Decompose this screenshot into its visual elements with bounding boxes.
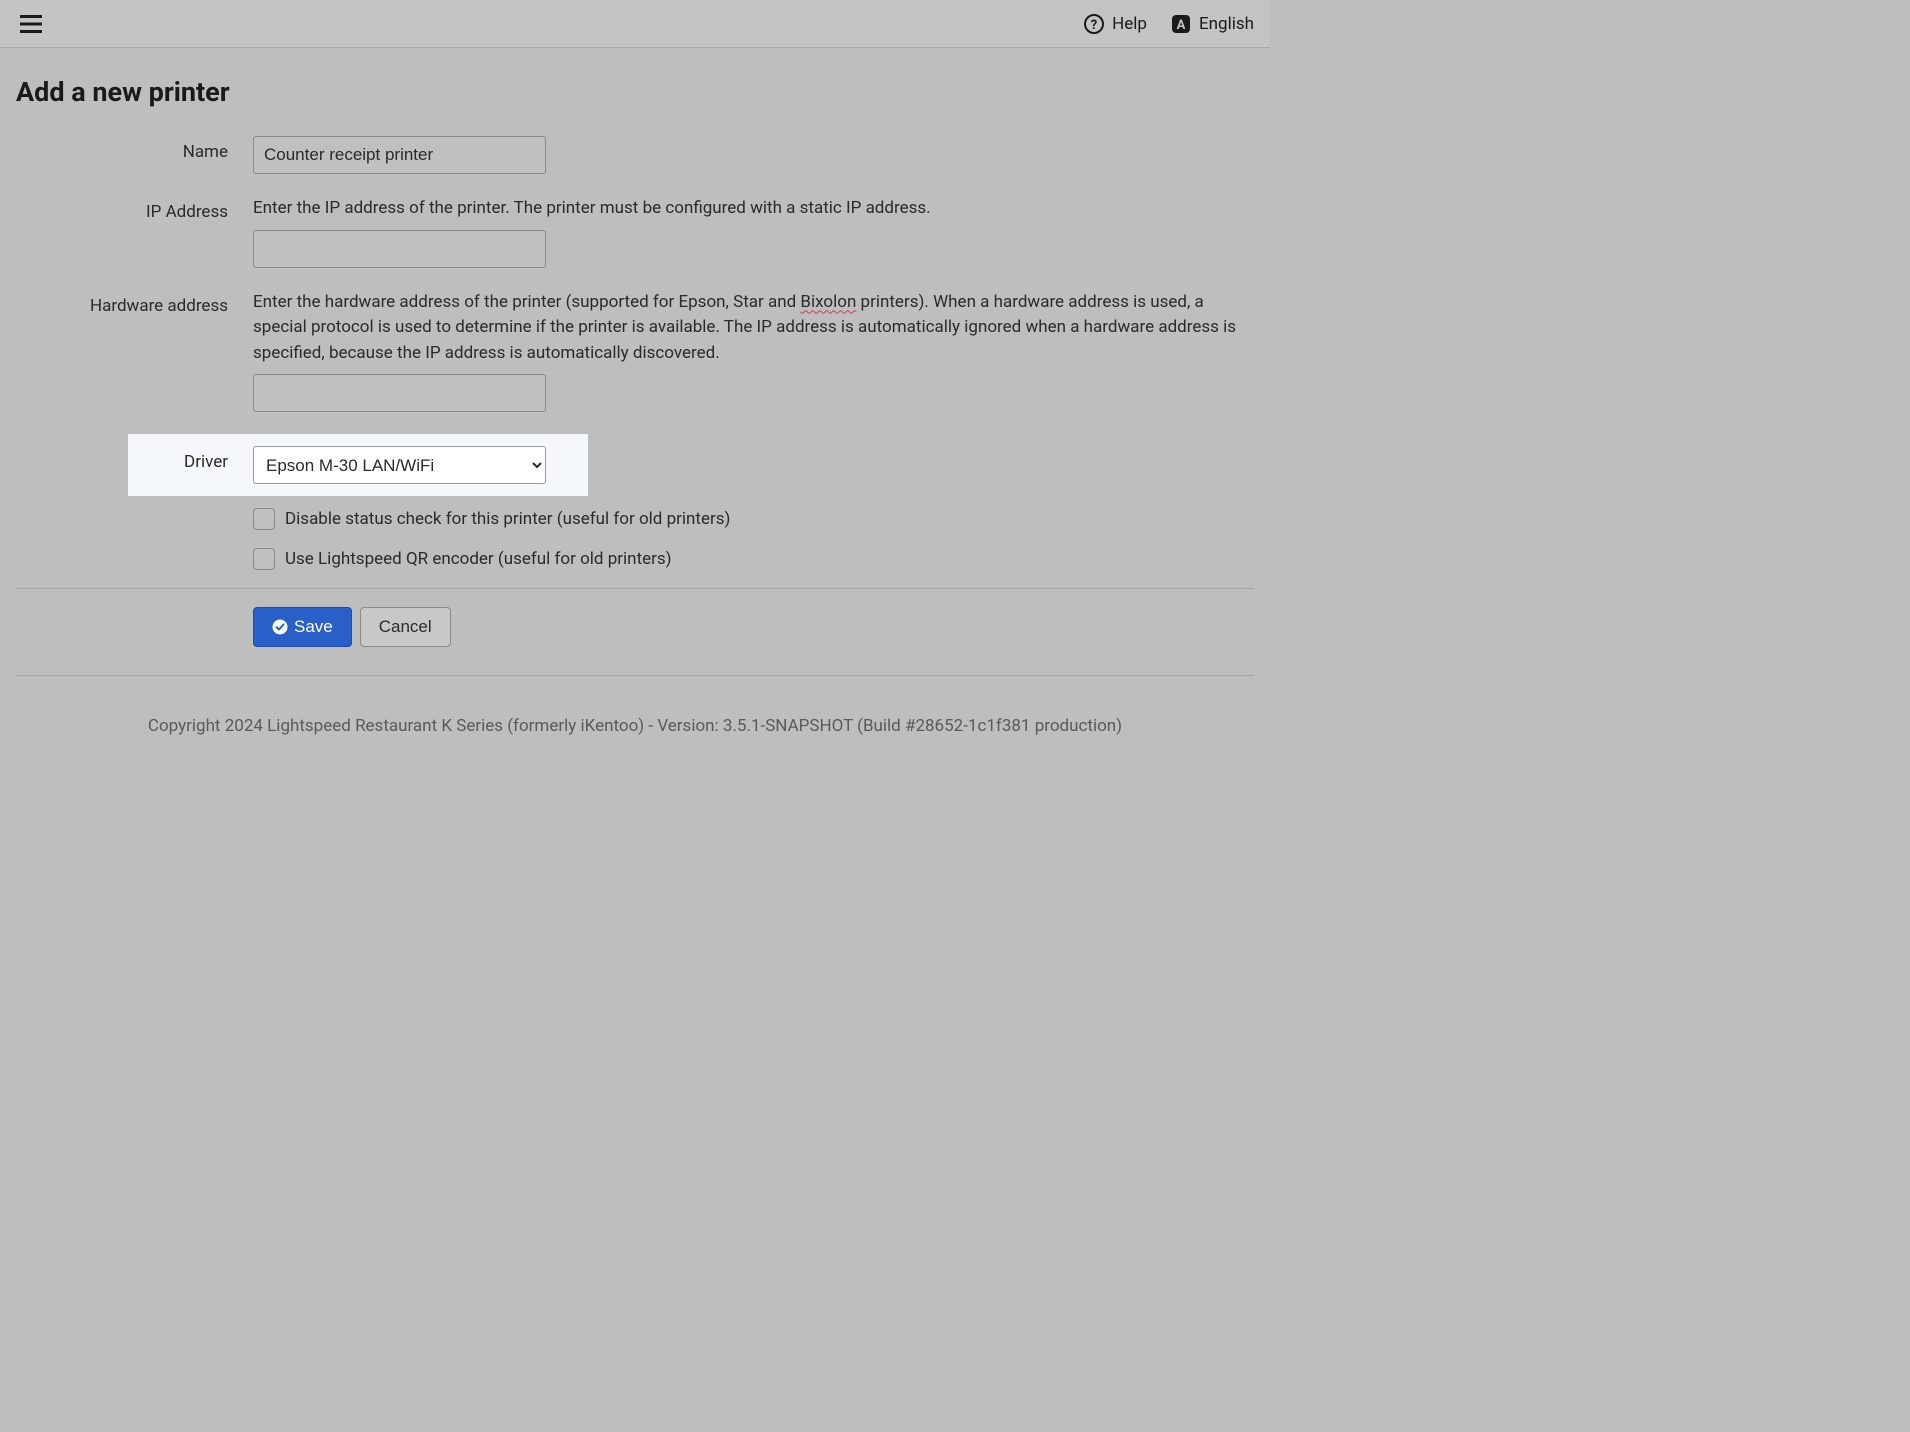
ip-address-row: IP Address Enter the IP address of the p… bbox=[16, 196, 1254, 268]
hamburger-icon bbox=[20, 15, 42, 33]
hardware-address-input[interactable] bbox=[253, 374, 546, 412]
disable-status-label: Disable status check for this printer (u… bbox=[285, 509, 730, 529]
driver-label: Driver bbox=[128, 446, 253, 472]
ip-address-help: Enter the IP address of the printer. The… bbox=[253, 196, 1243, 222]
hardware-address-help: Enter the hardware address of the printe… bbox=[253, 290, 1243, 367]
language-icon: A bbox=[1171, 14, 1191, 34]
footer-copyright: Copyright 2024 Lightspeed Restaurant K S… bbox=[16, 694, 1254, 758]
svg-text:A: A bbox=[1177, 18, 1186, 33]
name-input[interactable] bbox=[253, 136, 546, 174]
menu-button[interactable] bbox=[16, 11, 46, 37]
ip-address-label: IP Address bbox=[16, 196, 253, 222]
content: Add a new printer Name IP Address Enter … bbox=[0, 48, 1270, 758]
disable-status-row: Disable status check for this printer (u… bbox=[253, 508, 1254, 530]
svg-text:?: ? bbox=[1091, 18, 1097, 33]
check-icon bbox=[272, 619, 288, 635]
help-label: Help bbox=[1112, 14, 1147, 34]
hardware-address-row: Hardware address Enter the hardware addr… bbox=[16, 290, 1254, 413]
disable-status-checkbox[interactable] bbox=[253, 508, 275, 530]
ip-address-input[interactable] bbox=[253, 230, 546, 268]
header-right: ? Help A English bbox=[1084, 14, 1254, 34]
cancel-button[interactable]: Cancel bbox=[360, 607, 451, 647]
header: ? Help A English bbox=[0, 0, 1270, 48]
language-label: English bbox=[1199, 14, 1254, 34]
help-icon: ? bbox=[1084, 14, 1104, 34]
button-row: Save Cancel bbox=[253, 607, 1254, 647]
page-title: Add a new printer bbox=[16, 76, 1254, 108]
save-button[interactable]: Save bbox=[253, 607, 352, 647]
driver-select[interactable]: Epson M-30 LAN/WiFi bbox=[253, 446, 546, 484]
separator-footer bbox=[16, 675, 1254, 676]
qr-encoder-checkbox[interactable] bbox=[253, 548, 275, 570]
name-row: Name bbox=[16, 136, 1254, 174]
language-button[interactable]: A English bbox=[1171, 14, 1254, 34]
qr-encoder-row: Use Lightspeed QR encoder (useful for ol… bbox=[253, 548, 1254, 570]
hardware-address-label: Hardware address bbox=[16, 290, 253, 316]
help-button[interactable]: ? Help bbox=[1084, 14, 1147, 34]
qr-encoder-label: Use Lightspeed QR encoder (useful for ol… bbox=[285, 549, 672, 569]
driver-row: Driver Epson M-30 LAN/WiFi bbox=[128, 434, 588, 496]
separator bbox=[16, 588, 1254, 589]
name-label: Name bbox=[16, 136, 253, 162]
